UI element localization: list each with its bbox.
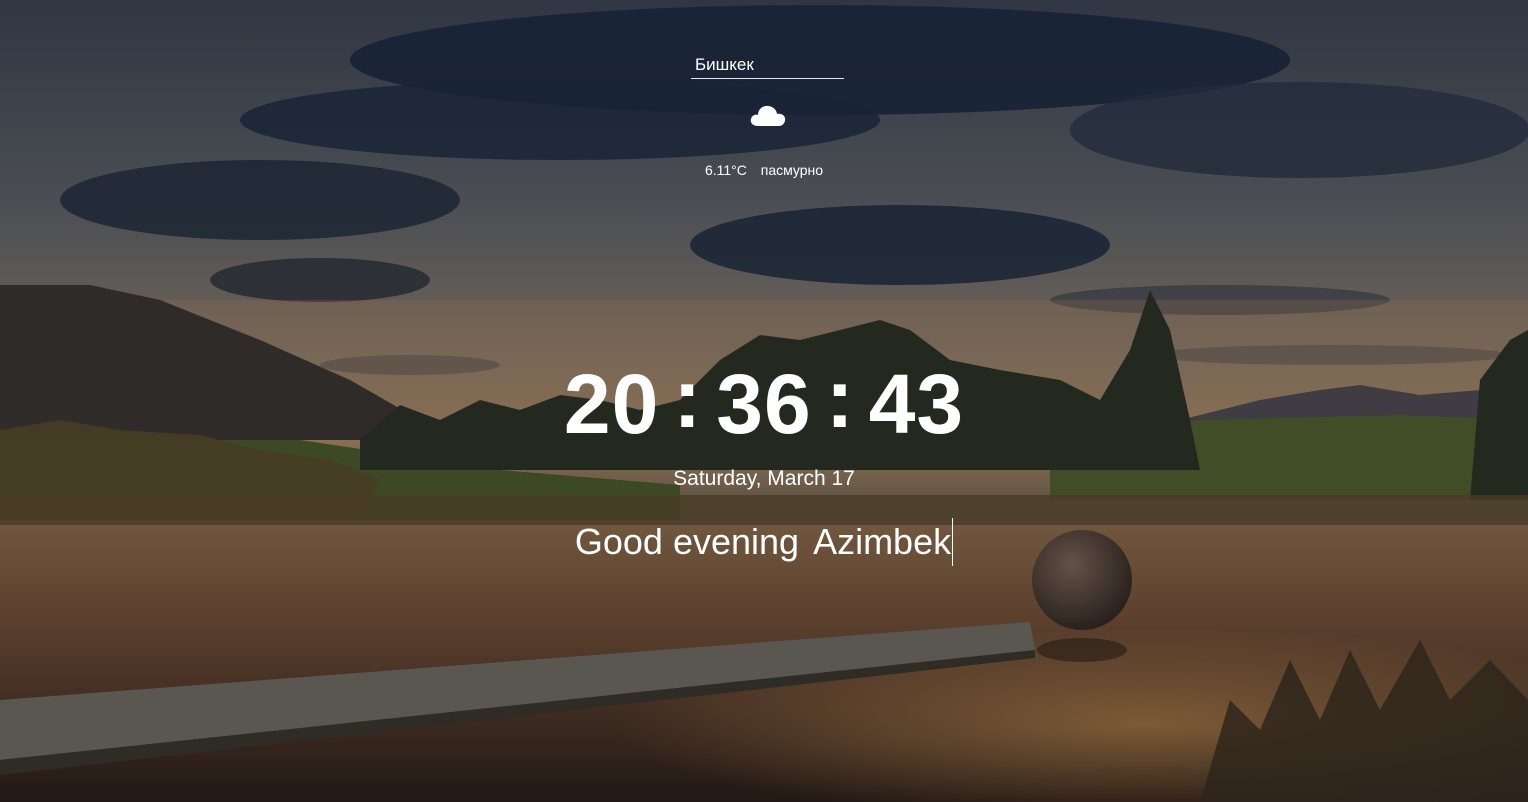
date-text: Saturday, March 17 (673, 467, 855, 490)
clock-separator: : (673, 351, 703, 445)
greeting: Good evening Azimbek (0, 518, 1528, 566)
clock-minutes: 36 (716, 357, 812, 451)
temperature-text: 6.11°C (704, 162, 747, 178)
city-input[interactable] (691, 52, 844, 79)
name-input[interactable]: Azimbek (813, 518, 954, 566)
clock-separator: : (825, 351, 855, 445)
app-root: 6.11°C пасмурно 20:36:43 Saturday, March… (0, 0, 1528, 802)
weather-info: 6.11°C пасмурно (0, 162, 1528, 178)
clock: 20:36:43 (0, 351, 1528, 452)
clock-seconds: 43 (868, 357, 965, 451)
greeting-text: Good evening (574, 521, 800, 562)
weather-widget: 6.11°C пасмурно (0, 0, 1528, 200)
clock-hours: 20 (563, 357, 660, 451)
weather-description: пасмурно (760, 162, 824, 178)
cloud-icon (750, 105, 786, 126)
